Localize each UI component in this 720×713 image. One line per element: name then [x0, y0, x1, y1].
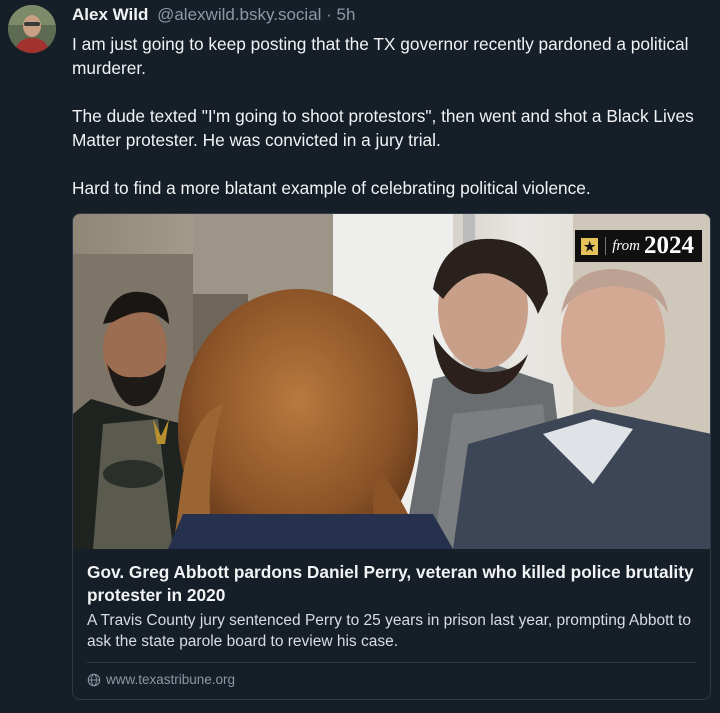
link-card-image[interactable]: ★ from 2024: [73, 214, 710, 549]
star-icon: ★: [581, 237, 599, 255]
badge-divider: [605, 237, 607, 255]
news-photo: [73, 214, 710, 549]
post-text: I am just going to keep posting that the…: [72, 32, 712, 200]
globe-icon: [87, 673, 101, 686]
link-card-divider: [87, 662, 696, 663]
date-badge: ★ from 2024: [575, 230, 702, 262]
link-card-domain[interactable]: www.texastribune.org: [87, 672, 235, 687]
post-paragraph: The dude texted "I'm going to shoot prot…: [72, 106, 694, 150]
badge-from-label: from: [612, 237, 640, 254]
author-handle[interactable]: @alexwild.bsky.social: [157, 5, 321, 24]
post-header: Alex Wild @alexwild.bsky.social · 5h: [72, 4, 712, 26]
header-separator: ·: [321, 5, 337, 24]
link-card-description: A Travis County jury sentenced Perry to …: [87, 612, 691, 650]
post-timestamp[interactable]: 5h: [337, 5, 356, 24]
link-card-body[interactable]: Gov. Greg Abbott pardons Daniel Perry, v…: [87, 561, 696, 652]
post[interactable]: Alex Wild @alexwild.bsky.social · 5h I a…: [0, 0, 720, 713]
post-paragraph: Hard to find a more blatant example of c…: [72, 178, 591, 198]
post-paragraph: I am just going to keep posting that the…: [72, 34, 689, 78]
badge-year: 2024: [644, 232, 694, 259]
link-card-domain-text: www.texastribune.org: [106, 672, 236, 687]
author-name[interactable]: Alex Wild: [72, 5, 148, 24]
link-card-title[interactable]: Gov. Greg Abbott pardons Daniel Perry, v…: [87, 561, 696, 607]
avatar[interactable]: [8, 5, 56, 53]
avatar-photo: [8, 5, 56, 53]
link-card[interactable]: ★ from 2024 Gov. Greg Abbott pardons Dan…: [72, 213, 711, 700]
